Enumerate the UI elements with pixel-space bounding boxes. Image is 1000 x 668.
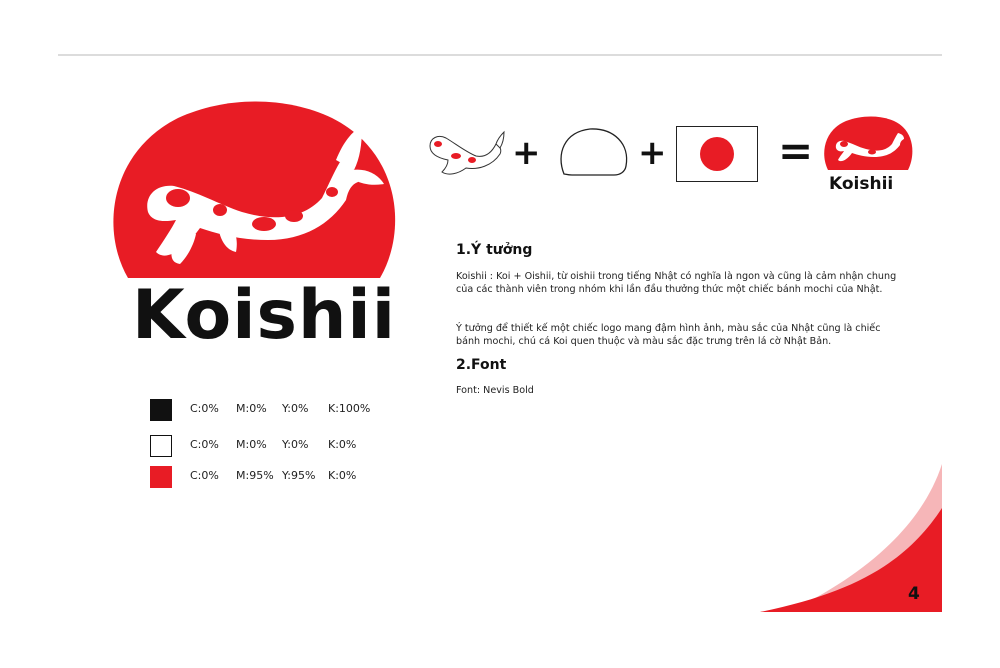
koi-fish-icon <box>429 130 505 175</box>
mochi-outline-icon <box>560 128 628 176</box>
idea-paragraph-1: Koishii : Koi + Oishii, từ oishii trong … <box>456 271 897 295</box>
cmyk-k: K:100% <box>328 402 371 415</box>
equals-operator: = <box>778 126 814 175</box>
main-logo-wordmark: Koishii <box>132 276 397 355</box>
logo-equation: + + = Koishii <box>426 116 926 206</box>
font-name-text: Font: Nevis Bold <box>456 385 534 396</box>
cmyk-y: Y:0% <box>282 438 309 451</box>
cmyk-y: Y:95% <box>282 469 316 482</box>
japan-flag-icon <box>676 126 758 182</box>
cmyk-k: K:0% <box>328 438 357 451</box>
idea-paragraph-2: Ý tưởng để thiết kế một chiếc logo mang … <box>456 323 881 347</box>
plus-operator: + <box>512 133 541 173</box>
color-swatch-row-black: C:0% M:0% Y:0% K:100% <box>150 398 370 422</box>
page-number: 4 <box>908 584 920 604</box>
small-logo-wordmark: Koishii <box>829 174 894 194</box>
color-swatch-black <box>150 399 172 421</box>
slide: Koishii C:0% M:0% Y:0% K:100% C:0% M:0% … <box>58 56 942 612</box>
cmyk-c: C:0% <box>190 469 219 482</box>
cmyk-y: Y:0% <box>282 402 309 415</box>
plus-operator: + <box>638 133 667 173</box>
cmyk-c: C:0% <box>190 402 219 415</box>
color-swatch-row-red: C:0% M:95% Y:95% K:0% <box>150 465 356 489</box>
section-heading-idea: 1.Ý tưởng <box>456 242 533 258</box>
cmyk-k: K:0% <box>328 469 357 482</box>
color-swatch-red <box>150 466 172 488</box>
cmyk-c: C:0% <box>190 438 219 451</box>
cmyk-m: M:0% <box>236 438 267 451</box>
color-swatch-white <box>150 435 172 457</box>
koishii-logo-icon <box>824 116 913 170</box>
cmyk-m: M:0% <box>236 402 267 415</box>
cmyk-m: M:95% <box>236 469 274 482</box>
section-heading-font: 2.Font <box>456 357 507 373</box>
color-swatch-row-white: C:0% M:0% Y:0% K:0% <box>150 434 356 458</box>
koi-fish-mochi-logo-icon <box>113 101 396 278</box>
